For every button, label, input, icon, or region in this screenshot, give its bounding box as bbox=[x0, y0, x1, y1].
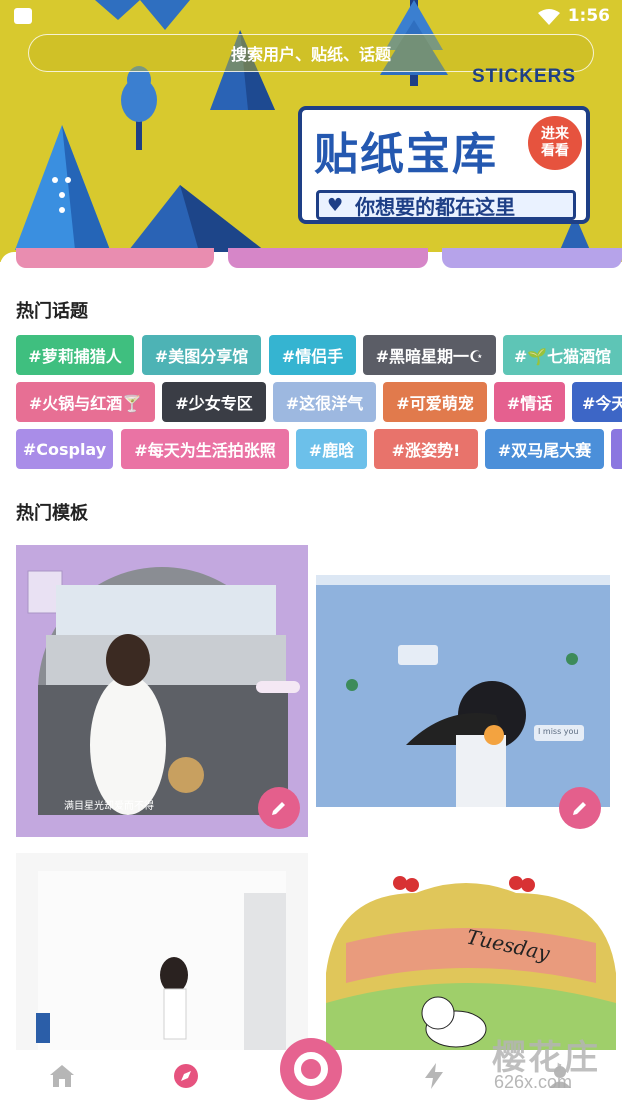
template-preview bbox=[36, 871, 286, 1050]
topic-tag[interactable]: #情话 bbox=[494, 382, 565, 422]
topic-tag[interactable]: #🌱七猫酒馆 bbox=[503, 335, 622, 375]
hot-templates-title: 热门模板 bbox=[16, 503, 88, 524]
topic-tag[interactable]: #可爱萌宠 bbox=[383, 382, 487, 422]
home-icon bbox=[50, 1065, 74, 1087]
enter-badge[interactable]: 进来 看看 bbox=[528, 116, 582, 170]
badge-line1: 进来 bbox=[541, 126, 569, 142]
topic-tag[interactable]: #每天为生活拍张照 bbox=[121, 429, 289, 469]
template-caption: I miss you bbox=[538, 727, 579, 736]
template-preview bbox=[326, 876, 616, 1050]
topic-tag[interactable]: #这很洋气 bbox=[273, 382, 376, 422]
topic-tag[interactable]: #Cosplay bbox=[16, 429, 113, 469]
nav-flash[interactable] bbox=[418, 1060, 450, 1092]
nav-discover[interactable] bbox=[170, 1060, 202, 1092]
carousel-card-prev[interactable] bbox=[16, 248, 214, 268]
carousel-card-next[interactable] bbox=[442, 248, 622, 268]
topic-tag[interactable]: #火锅与红酒🍸 bbox=[16, 382, 155, 422]
edit-template-button[interactable] bbox=[559, 787, 601, 829]
sticker-board: 贴纸宝库 进来 看看 ♥ 你想要的都在这里 bbox=[298, 106, 590, 224]
carousel-peek bbox=[0, 248, 622, 270]
nav-home[interactable] bbox=[46, 1060, 78, 1092]
topic-tag[interactable]: #美图分享馆 bbox=[142, 335, 261, 375]
watermark-url: 626x.com bbox=[494, 1072, 573, 1092]
stickers-banner[interactable]: 1:56 搜索用户、贴纸、话题 STICKERS 贴纸宝库 进来 看看 ♥ 你想要… bbox=[0, 0, 622, 262]
topic-tag[interactable]: #情侣手 bbox=[269, 335, 356, 375]
banner-subtitle: 你想要的都在这里 bbox=[355, 194, 516, 219]
discover-icon bbox=[174, 1064, 198, 1088]
template-card[interactable] bbox=[16, 853, 308, 1050]
carousel-card-current[interactable] bbox=[228, 248, 428, 268]
template-card[interactable]: Tuesday bbox=[316, 853, 622, 1050]
topic-tag[interactable]: #双马尾大赛 bbox=[485, 429, 604, 469]
pencil-icon bbox=[272, 802, 285, 815]
pencil-icon bbox=[573, 802, 586, 815]
badge-line2: 看看 bbox=[541, 143, 569, 159]
banner-subtitle-box: ♥ 你想要的都在这里 bbox=[316, 190, 576, 220]
topic-tag[interactable]: #少女专区 bbox=[162, 382, 266, 422]
topic-tag[interactable]: #今天 bbox=[572, 382, 622, 422]
status-time: 1:56 bbox=[567, 6, 610, 26]
wifi-icon bbox=[538, 9, 560, 25]
template-card[interactable]: 满目星光却爱而不得 bbox=[16, 545, 308, 837]
template-card[interactable]: I miss you bbox=[316, 545, 622, 837]
topic-tag[interactable] bbox=[611, 429, 622, 469]
topic-tag[interactable]: #鹿晗 bbox=[296, 429, 367, 469]
banner-title: 贴纸宝库 bbox=[314, 129, 498, 180]
notification-icon bbox=[14, 8, 32, 24]
create-icon bbox=[294, 1052, 328, 1086]
topic-tag[interactable]: #涨姿势! bbox=[374, 429, 478, 469]
topic-tag[interactable]: #黑暗星期一☪ bbox=[363, 335, 496, 375]
edit-template-button[interactable] bbox=[258, 787, 300, 829]
template-caption: 满目星光却爱而不得 bbox=[64, 801, 154, 812]
stickers-tag: STICKERS bbox=[472, 66, 577, 87]
heart-icon: ♥ bbox=[327, 194, 344, 216]
hot-topics-title: 热门话题 bbox=[16, 301, 88, 322]
topic-tag[interactable]: #萝莉捕猎人 bbox=[16, 335, 134, 375]
flash-icon bbox=[425, 1063, 443, 1089]
create-button[interactable] bbox=[280, 1038, 342, 1100]
